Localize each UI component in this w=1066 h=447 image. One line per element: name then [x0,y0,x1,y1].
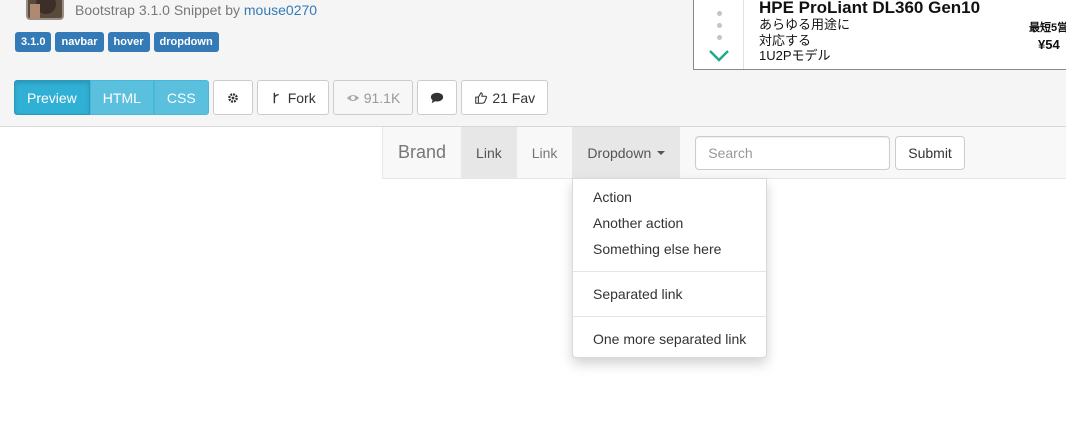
html-tab[interactable]: HTML [89,80,154,115]
ad-banner[interactable]: HPE ProLiant DL360 Gen10 あらゆる用途に 対応する 1U… [693,0,1066,70]
dropdown-item-action[interactable]: Action [573,184,766,210]
favorite-button[interactable]: 21 Fav [461,80,549,115]
dropdown-item-separated-link[interactable]: Separated link [573,281,766,307]
ad-line-3: 1U2Pモデル [759,48,831,63]
comment-icon [431,92,444,103]
author-avatar[interactable] [26,0,64,20]
nav-dropdown-toggle[interactable]: Dropdown [572,127,681,178]
comments-button[interactable] [417,80,458,115]
ad-line-2: 対応する [759,33,812,48]
dropdown-divider [573,271,766,272]
tag-list: 3.1.0 navbar hover dropdown [15,32,219,52]
dropdown-item-something-else[interactable]: Something else here [573,236,766,262]
settings-button[interactable] [212,80,253,115]
snippet-header: Bootstrap 3.1.0 Snippet by mouse0270 3.1… [0,0,1066,127]
navbar-search-form: Submit [695,135,965,170]
ad-nav-column [694,0,744,69]
tag-hover[interactable]: hover [107,32,150,52]
fav-label: 21 Fav [492,89,536,106]
search-input[interactable] [695,135,891,170]
ad-dot-icon [717,35,722,40]
fork-label: Fork [287,89,316,106]
gear-icon [227,92,238,103]
dropdown-label: Dropdown [587,144,652,161]
demo-navbar: Brand Link Link Dropdown Submit [382,127,1066,179]
ad-price: ¥54 [1038,37,1060,52]
css-tab[interactable]: CSS [153,80,209,115]
ad-delivery: 最短5営 [1029,22,1066,34]
page-root: Bootstrap 3.1.0 Snippet by mouse0270 3.1… [0,0,1066,447]
preview-tab[interactable]: Preview [14,80,90,115]
author-link[interactable]: mouse0270 [244,2,317,18]
tag-navbar[interactable]: navbar [55,32,104,52]
eye-icon [346,94,359,101]
dropdown-item-one-more-separated-link[interactable]: One more separated link [573,326,766,352]
navbar-brand[interactable]: Brand [383,127,461,179]
view-switcher: Preview HTML CSS [14,80,209,115]
nav-link-2[interactable]: Link [517,127,573,178]
ad-title: HPE ProLiant DL360 Gen10 [759,0,981,17]
ad-line-1: あらゆる用途に [759,17,851,32]
dropdown-menu: Action Another action Something else her… [572,178,767,358]
dropdown-divider [573,316,766,317]
fork-icon [273,92,279,103]
tag-version[interactable]: 3.1.0 [15,32,52,52]
views-counter: 91.1K [332,80,414,115]
tag-dropdown[interactable]: dropdown [153,32,219,52]
caret-down-icon [657,150,666,155]
snippet-toolbar: Preview HTML CSS Fork 91.1K 21 Fav [14,80,549,115]
ad-dot-icon [717,23,722,28]
ad-dot-icon [717,11,722,16]
views-count: 91.1K [363,89,401,106]
fork-button[interactable]: Fork [256,80,329,115]
chevron-down-icon[interactable] [708,49,730,63]
thumbs-up-icon [475,91,488,104]
nav-link-1[interactable]: Link [461,127,517,178]
submit-button[interactable]: Submit [895,135,965,170]
snippet-framework: Bootstrap 3.1.0 Snippet by [75,2,240,18]
dropdown-item-another-action[interactable]: Another action [573,210,766,236]
snippet-info: Bootstrap 3.1.0 Snippet by mouse0270 [75,2,317,18]
